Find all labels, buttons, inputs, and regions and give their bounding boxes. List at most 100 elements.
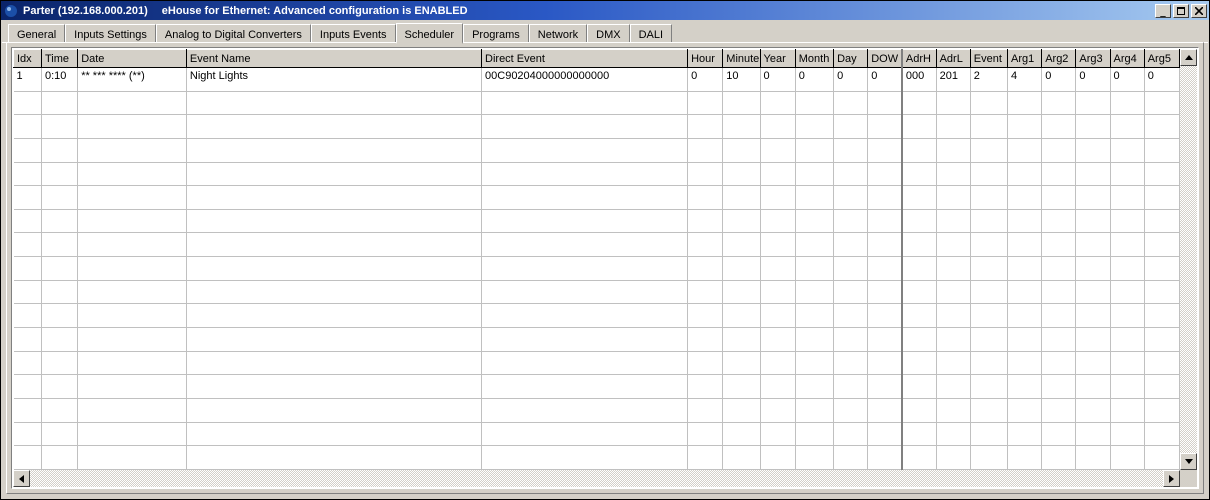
- cell-empty[interactable]: [1144, 422, 1179, 446]
- cell-empty[interactable]: [936, 422, 970, 446]
- cell-empty[interactable]: [723, 304, 760, 328]
- cell-empty[interactable]: [186, 446, 481, 470]
- cell-empty[interactable]: [1008, 446, 1042, 470]
- cell-empty[interactable]: [688, 162, 723, 186]
- cell-empty[interactable]: [1076, 233, 1110, 257]
- cell-empty[interactable]: [688, 257, 723, 281]
- cell-empty[interactable]: [688, 351, 723, 375]
- cell-empty[interactable]: [723, 375, 760, 399]
- cell-empty[interactable]: [78, 422, 187, 446]
- cell-empty[interactable]: [1076, 375, 1110, 399]
- cell-adrl[interactable]: 201: [936, 68, 970, 92]
- cell-empty[interactable]: [1110, 280, 1144, 304]
- cell-empty[interactable]: [936, 328, 970, 352]
- cell-empty[interactable]: [1008, 375, 1042, 399]
- cell-empty[interactable]: [1144, 446, 1179, 470]
- cell-empty[interactable]: [78, 375, 187, 399]
- cell-empty[interactable]: [78, 91, 187, 115]
- tab-programs[interactable]: Programs: [463, 24, 529, 42]
- cell-empty[interactable]: [1144, 186, 1179, 210]
- cell-empty[interactable]: [1008, 304, 1042, 328]
- cell-empty[interactable]: [41, 257, 77, 281]
- scheduler-table[interactable]: IdxTimeDateEvent NameDirect EventHourMin…: [13, 49, 1180, 470]
- cell-empty[interactable]: [1042, 446, 1076, 470]
- cell-empty[interactable]: [760, 91, 795, 115]
- cell-empty[interactable]: [482, 351, 688, 375]
- vertical-scrollbar[interactable]: [1180, 49, 1197, 470]
- cell-empty[interactable]: [834, 91, 868, 115]
- cell-empty[interactable]: [868, 304, 902, 328]
- cell-empty[interactable]: [688, 186, 723, 210]
- tab-network[interactable]: Network: [529, 24, 587, 42]
- cell-event[interactable]: Night Lights: [186, 68, 481, 92]
- cell-empty[interactable]: [1110, 186, 1144, 210]
- close-button[interactable]: [1191, 4, 1207, 18]
- cell-empty[interactable]: [795, 138, 833, 162]
- cell-empty[interactable]: [795, 446, 833, 470]
- cell-empty[interactable]: [902, 257, 936, 281]
- title-bar[interactable]: Parter (192.168.000.201) eHouse for Ethe…: [1, 1, 1209, 20]
- cell-empty[interactable]: [1110, 422, 1144, 446]
- cell-empty[interactable]: [1076, 115, 1110, 139]
- cell-empty[interactable]: [868, 446, 902, 470]
- cell-empty[interactable]: [186, 162, 481, 186]
- cell-empty[interactable]: [970, 138, 1007, 162]
- cell-empty[interactable]: [1144, 304, 1179, 328]
- cell-direct[interactable]: 00C90204000000000000: [482, 68, 688, 92]
- cell-empty[interactable]: [1110, 209, 1144, 233]
- cell-empty[interactable]: [1008, 233, 1042, 257]
- cell-empty[interactable]: [41, 375, 77, 399]
- cell-empty[interactable]: [760, 280, 795, 304]
- cell-empty[interactable]: [1144, 257, 1179, 281]
- cell-empty[interactable]: [1144, 398, 1179, 422]
- cell-empty[interactable]: [14, 280, 42, 304]
- cell-empty[interactable]: [1042, 162, 1076, 186]
- cell-empty[interactable]: [186, 138, 481, 162]
- cell-empty[interactable]: [723, 186, 760, 210]
- cell-empty[interactable]: [482, 115, 688, 139]
- cell-empty[interactable]: [795, 304, 833, 328]
- cell-empty[interactable]: [186, 351, 481, 375]
- cell-empty[interactable]: [834, 375, 868, 399]
- cell-empty[interactable]: [723, 138, 760, 162]
- cell-empty[interactable]: [1110, 138, 1144, 162]
- tab-dmx[interactable]: DMX: [587, 24, 629, 42]
- cell-empty[interactable]: [936, 398, 970, 422]
- cell-empty[interactable]: [482, 280, 688, 304]
- cell-empty[interactable]: [1144, 209, 1179, 233]
- cell-empty[interactable]: [760, 186, 795, 210]
- column-header-dow[interactable]: DOW: [868, 50, 902, 68]
- cell-empty[interactable]: [1110, 328, 1144, 352]
- cell-empty[interactable]: [868, 375, 902, 399]
- cell-empty[interactable]: [902, 422, 936, 446]
- tab-sched[interactable]: Scheduler: [396, 23, 464, 44]
- cell-empty[interactable]: [1110, 446, 1144, 470]
- cell-empty[interactable]: [902, 186, 936, 210]
- cell-empty[interactable]: [760, 138, 795, 162]
- tab-adc[interactable]: Analog to Digital Converters: [156, 24, 311, 42]
- cell-empty[interactable]: [902, 446, 936, 470]
- cell-empty[interactable]: [14, 304, 42, 328]
- cell-empty[interactable]: [78, 233, 187, 257]
- column-header-arg1[interactable]: Arg1: [1008, 50, 1042, 68]
- table-row-empty[interactable]: [14, 162, 1180, 186]
- cell-day[interactable]: 0: [834, 68, 868, 92]
- cell-empty[interactable]: [688, 138, 723, 162]
- column-header-adrl[interactable]: AdrL: [936, 50, 970, 68]
- cell-empty[interactable]: [723, 257, 760, 281]
- cell-empty[interactable]: [482, 91, 688, 115]
- horizontal-scroll-track[interactable]: [30, 470, 1163, 487]
- cell-empty[interactable]: [1110, 115, 1144, 139]
- cell-empty[interactable]: [1042, 280, 1076, 304]
- cell-empty[interactable]: [834, 398, 868, 422]
- cell-empty[interactable]: [1042, 304, 1076, 328]
- cell-date[interactable]: ** *** **** (**): [78, 68, 187, 92]
- cell-empty[interactable]: [936, 91, 970, 115]
- cell-empty[interactable]: [482, 138, 688, 162]
- column-header-arg5[interactable]: Arg5: [1144, 50, 1179, 68]
- cell-empty[interactable]: [1042, 375, 1076, 399]
- cell-empty[interactable]: [723, 351, 760, 375]
- cell-empty[interactable]: [41, 115, 77, 139]
- scroll-up-button[interactable]: [1180, 49, 1197, 66]
- cell-empty[interactable]: [902, 233, 936, 257]
